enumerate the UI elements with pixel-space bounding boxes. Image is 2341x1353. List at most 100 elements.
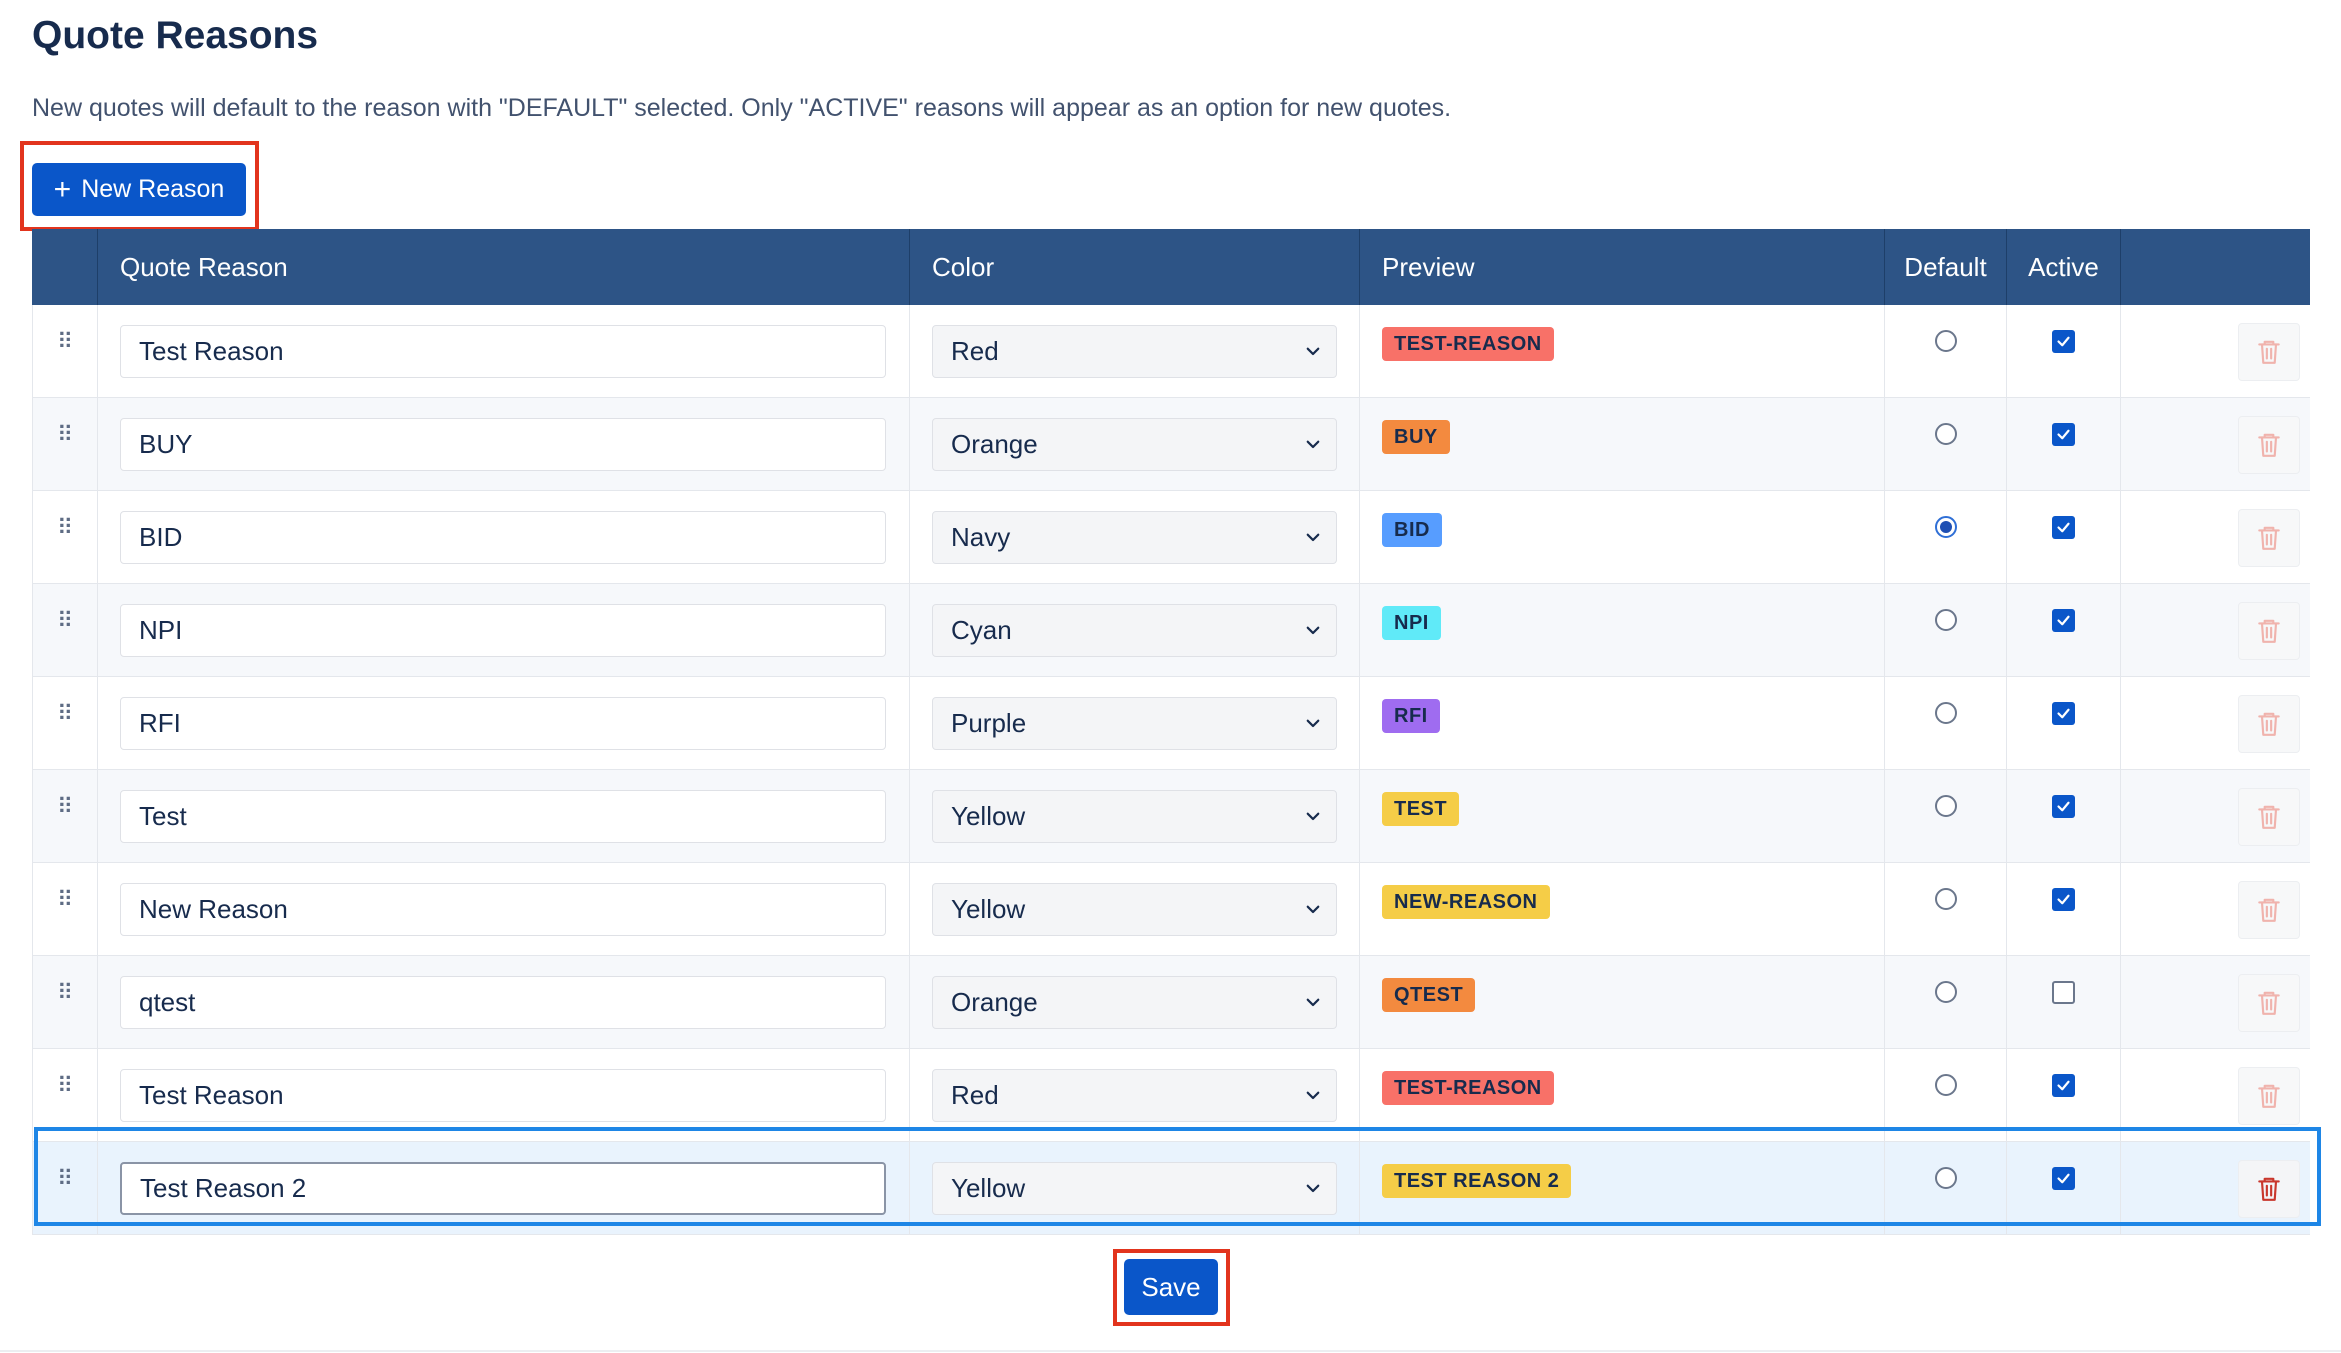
reason-cell [98, 956, 910, 1048]
delete-button[interactable] [2238, 323, 2300, 381]
reason-name-input[interactable] [120, 603, 886, 657]
preview-cell: BUY [1360, 398, 1885, 490]
default-radio[interactable] [1934, 516, 1957, 538]
reason-name-input[interactable] [120, 417, 886, 471]
drag-handle-icon[interactable]: ⠿ [57, 1075, 73, 1097]
table-row: ⠿ Purple RFI [32, 677, 2310, 770]
color-select[interactable]: Orange [932, 417, 1337, 471]
active-checkbox[interactable] [2052, 1074, 2075, 1097]
drag-cell: ⠿ [32, 770, 98, 862]
default-cell [1885, 677, 2007, 769]
reason-name-input[interactable] [120, 789, 886, 843]
actions-cell [2121, 770, 2310, 862]
trash-icon [2256, 338, 2282, 366]
color-select[interactable]: Yellow [932, 882, 1337, 936]
drag-handle-icon[interactable]: ⠿ [57, 703, 73, 725]
drag-handle-icon[interactable]: ⠿ [57, 331, 73, 353]
preview-cell: TEST [1360, 770, 1885, 862]
preview-cell: TEST-REASON [1360, 305, 1885, 397]
reason-cell [98, 677, 910, 769]
color-select[interactable]: Cyan [932, 603, 1337, 657]
default-cell [1885, 305, 2007, 397]
delete-button[interactable] [2238, 695, 2300, 753]
default-radio[interactable] [1934, 1074, 1957, 1096]
table-row: ⠿ Cyan NPI [32, 584, 2310, 677]
trash-icon [2256, 524, 2282, 552]
active-checkbox[interactable] [2052, 795, 2075, 818]
page-title: Quote Reasons [32, 14, 319, 57]
drag-handle-icon[interactable]: ⠿ [57, 610, 73, 632]
preview-badge: QTEST [1382, 978, 1476, 1012]
color-cell: Red [910, 305, 1360, 397]
delete-button[interactable] [2238, 974, 2300, 1032]
preview-badge: BID [1382, 513, 1442, 547]
header-drag [32, 229, 98, 305]
table-row: ⠿ Orange BUY [32, 398, 2310, 491]
active-checkbox[interactable] [2052, 423, 2075, 446]
drag-handle-icon[interactable]: ⠿ [57, 982, 73, 1004]
default-cell [1885, 491, 2007, 583]
reason-cell [98, 863, 910, 955]
new-reason-button[interactable]: + New Reason [32, 163, 246, 216]
color-select-value: Purple [951, 707, 1027, 738]
trash-icon [2256, 803, 2282, 831]
chevron-down-icon [1304, 621, 1322, 639]
color-select-value: Red [951, 1079, 999, 1110]
trash-icon [2256, 431, 2282, 459]
active-checkbox[interactable] [2052, 330, 2075, 353]
active-checkbox[interactable] [2052, 702, 2075, 725]
color-select[interactable]: Purple [932, 696, 1337, 750]
active-checkbox[interactable] [2052, 609, 2075, 632]
default-radio[interactable] [1934, 888, 1957, 910]
preview-badge: NPI [1382, 606, 1441, 640]
reason-name-input[interactable] [120, 882, 886, 936]
reason-cell [98, 584, 910, 676]
default-radio[interactable] [1934, 702, 1957, 724]
delete-button[interactable] [2238, 416, 2300, 474]
chevron-down-icon [1304, 900, 1322, 918]
default-radio[interactable] [1934, 423, 1957, 445]
delete-button[interactable] [2238, 602, 2300, 660]
color-select[interactable]: Red [932, 324, 1337, 378]
color-select-value: Red [951, 335, 999, 366]
default-radio[interactable] [1934, 795, 1957, 817]
reason-cell [98, 770, 910, 862]
color-cell: Orange [910, 398, 1360, 490]
drag-handle-icon[interactable]: ⠿ [57, 796, 73, 818]
color-select[interactable]: Yellow [932, 789, 1337, 843]
trash-icon [2256, 710, 2282, 738]
default-radio[interactable] [1934, 981, 1957, 1003]
drag-handle-icon[interactable]: ⠿ [57, 889, 73, 911]
color-select-value: Orange [951, 986, 1038, 1017]
reason-name-input[interactable] [120, 696, 886, 750]
actions-cell [2121, 956, 2310, 1048]
active-cell [2007, 584, 2121, 676]
drag-handle-icon[interactable]: ⠿ [57, 424, 73, 446]
header-color: Color [910, 229, 1360, 305]
color-select[interactable]: Navy [932, 510, 1337, 564]
bottom-divider [0, 1350, 2341, 1352]
active-cell [2007, 863, 2121, 955]
delete-button[interactable] [2238, 788, 2300, 846]
color-select[interactable]: Red [932, 1068, 1337, 1122]
preview-badge: BUY [1382, 420, 1450, 454]
default-radio[interactable] [1934, 609, 1957, 631]
drag-handle-icon[interactable]: ⠿ [57, 517, 73, 539]
reason-name-input[interactable] [120, 975, 886, 1029]
active-checkbox[interactable] [2052, 981, 2075, 1004]
active-checkbox[interactable] [2052, 516, 2075, 539]
color-cell: Yellow [910, 863, 1360, 955]
active-cell [2007, 398, 2121, 490]
default-radio[interactable] [1934, 330, 1957, 352]
trash-icon [2256, 617, 2282, 645]
delete-button[interactable] [2238, 509, 2300, 567]
active-checkbox[interactable] [2052, 888, 2075, 911]
delete-button[interactable] [2238, 881, 2300, 939]
reason-name-input[interactable] [120, 510, 886, 564]
save-button[interactable]: Save [1124, 1259, 1218, 1315]
reason-name-input[interactable] [120, 324, 886, 378]
color-select[interactable]: Orange [932, 975, 1337, 1029]
header-preview: Preview [1360, 229, 1885, 305]
reason-name-input[interactable] [120, 1068, 886, 1122]
delete-button[interactable] [2238, 1067, 2300, 1125]
